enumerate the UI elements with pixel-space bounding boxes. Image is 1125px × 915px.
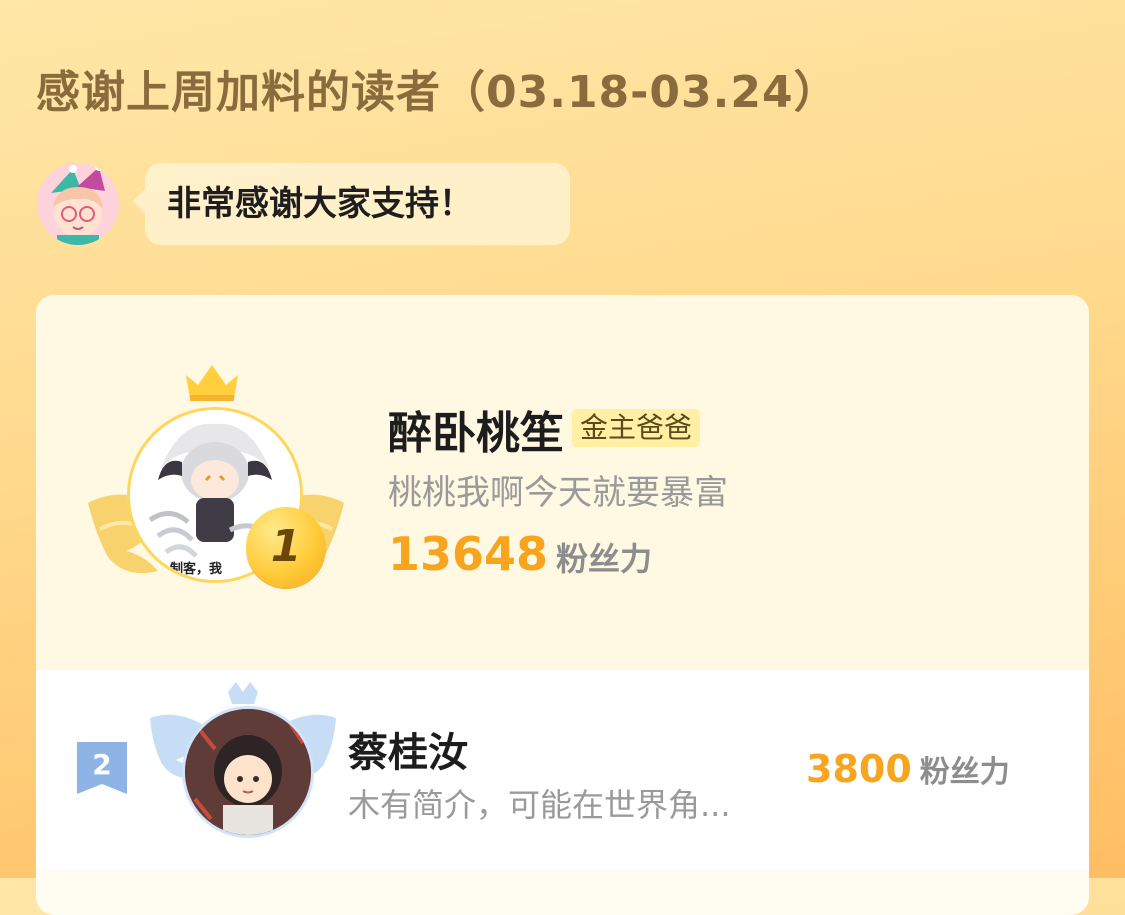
host-avatar-illustration xyxy=(37,163,119,245)
rank-2-bio: 木有简介，可能在世界角... xyxy=(348,786,731,824)
rank-1-badge: 金主爸爸 xyxy=(572,409,701,447)
rank-1-avatar-caption: 制客，我 xyxy=(170,562,223,577)
ranking-board: 制客，我 1 醉卧桃笙 金主爸爸 桃桃我啊今天就要暴富 13648粉丝力 2 xyxy=(36,295,1089,915)
rank-medal-icon: 1 xyxy=(246,507,326,587)
rank-2-row[interactable]: 2 蔡桂汝 木有简介，可能在世界角... 3800 粉丝力 xyxy=(36,670,1089,870)
rank-1-name[interactable]: 醉卧桃笙 xyxy=(388,397,564,461)
rank-2-score-unit: 粉丝力 xyxy=(919,755,1010,790)
rank-2-avatar[interactable] xyxy=(182,706,314,838)
rank-1-card[interactable]: 制客，我 1 醉卧桃笙 金主爸爸 桃桃我啊今天就要暴富 13648 粉丝力 xyxy=(36,295,1089,670)
rank-3-row-edge xyxy=(236,870,296,878)
host-avatar[interactable] xyxy=(37,163,119,245)
rank-1-bio: 桃桃我啊今天就要暴富 xyxy=(388,473,728,513)
rank-1-score: 13648 粉丝力 xyxy=(388,527,652,581)
rank-1-score-value: 13648 xyxy=(388,527,549,581)
rank-1-score-unit: 粉丝力 xyxy=(556,540,653,578)
rank-2-icon: 2 xyxy=(77,742,127,794)
rank-2-name[interactable]: 蔡桂汝 xyxy=(348,720,468,778)
crown-icon xyxy=(186,365,238,401)
rank-2-avatar-illustration xyxy=(185,709,311,835)
rank-2-score-value: 3800 xyxy=(806,747,912,791)
host-message-bubble: 非常感谢大家支持！ xyxy=(133,163,570,245)
rank-2-number: 2 xyxy=(92,748,111,781)
page-title: 感谢上周加料的读者（03.18-03.24） xyxy=(36,67,839,118)
rank-2-score: 3800 粉丝力 xyxy=(806,747,1010,791)
